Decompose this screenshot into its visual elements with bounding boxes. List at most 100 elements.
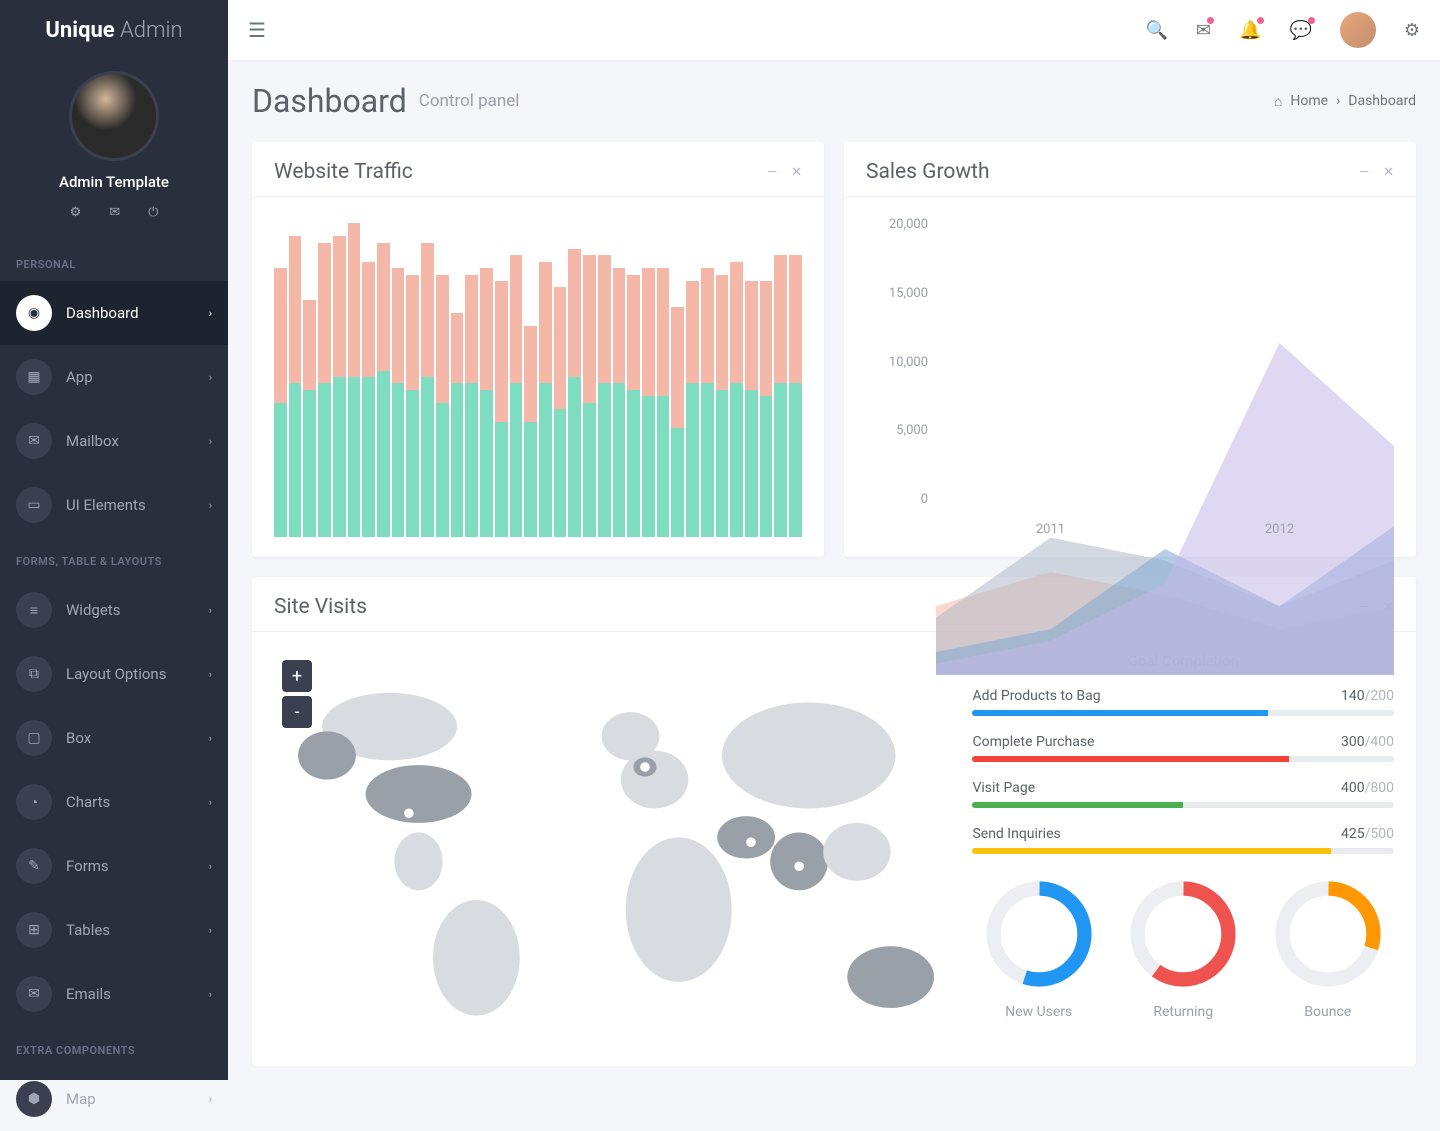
sidebar-item-forms[interactable]: ✎Forms› [0, 834, 228, 898]
goal-label: Send Inquiries [972, 826, 1060, 842]
close-icon[interactable]: ✕ [1383, 165, 1394, 180]
bar-column [436, 217, 449, 537]
x-tick: 2011 [1036, 522, 1065, 537]
chevron-right-icon: › [209, 371, 212, 384]
sidebar-item-box[interactable]: ▢Box› [0, 706, 228, 770]
power-icon[interactable]: ⏻ [148, 205, 158, 220]
sidebar-item-tables[interactable]: ⊞Tables› [0, 898, 228, 962]
sidebar-item-emails[interactable]: ✉Emails› [0, 962, 228, 1026]
copy-icon: ⧉ [16, 656, 52, 692]
bar-column [716, 217, 729, 537]
chevron-right-icon: › [209, 307, 212, 320]
donut-label: Returning [1117, 1004, 1250, 1020]
brand[interactable]: Unique Admin [0, 0, 228, 61]
card-title: Sales Growth [866, 160, 990, 184]
zoom-in-button[interactable]: + [282, 660, 312, 692]
gear-icon[interactable]: ⚙ [70, 205, 82, 220]
bar-column [421, 217, 434, 537]
mail-icon[interactable]: ✉ [1196, 20, 1211, 41]
y-tick: 20,000 [866, 217, 928, 232]
bar-column [333, 217, 346, 537]
search-icon[interactable]: 🔍 [1146, 20, 1168, 41]
bar-column [760, 217, 773, 537]
sidebar-item-label: Mailbox [66, 432, 119, 450]
content: Website Traffic — ✕ Sales Growth — ✕ [228, 142, 1440, 1066]
bar-column [362, 217, 375, 537]
bar-column [392, 217, 405, 537]
mail-icon: ✉ [16, 423, 52, 459]
topbar: ☰ 🔍 ✉ 🔔 💬 ⚙ [228, 0, 1440, 60]
y-tick: 5,000 [866, 423, 928, 438]
bar-column [598, 217, 611, 537]
bar-column [348, 217, 361, 537]
chevron-right-icon: › [209, 435, 212, 448]
bar-column [671, 217, 684, 537]
bar-column [539, 217, 552, 537]
chevron-right-icon: › [209, 988, 212, 1001]
hamburger-icon[interactable]: ☰ [248, 18, 266, 42]
sidebar-item-app[interactable]: ▦App› [0, 345, 228, 409]
goal-item: Send Inquiries425/500 [972, 826, 1394, 854]
goal-value: 400/800 [1341, 780, 1394, 796]
avatar[interactable] [69, 71, 159, 161]
bar-column [495, 217, 508, 537]
sidebar-item-ui-elements[interactable]: ▭UI Elements› [0, 473, 228, 537]
breadcrumb-current: Dashboard [1348, 93, 1416, 109]
sidebar-item-mailbox[interactable]: ✉ Mailbox › [0, 409, 228, 473]
goal-item: Add Products to Bag140/200 [972, 688, 1394, 716]
bar-column [318, 217, 331, 537]
bar-column [730, 217, 743, 537]
user-avatar[interactable] [1340, 12, 1376, 48]
sales-growth-card: Sales Growth — ✕ 20,00015,00010,0005,000… [844, 142, 1416, 557]
section-label: FORMS, TABLE & LAYOUTS [0, 537, 228, 578]
zoom-out-button[interactable]: - [282, 696, 312, 728]
sidebar-item-widgets[interactable]: ≡Widgets› [0, 578, 228, 642]
goal-value: 140/200 [1341, 688, 1394, 704]
edit-icon: ✎ [16, 848, 52, 884]
donut-label: Bounce [1262, 1004, 1395, 1020]
chat-icon[interactable]: 💬 [1289, 20, 1311, 41]
laptop-icon: ▭ [16, 487, 52, 523]
bar-column [480, 217, 493, 537]
y-tick: 0 [866, 492, 928, 507]
goals-panel: Goal Completion Add Products to Bag140/2… [972, 652, 1394, 1046]
world-map[interactable]: + - [274, 652, 948, 1046]
sidebar-item-label: Dashboard [66, 304, 139, 322]
breadcrumb-home[interactable]: Home [1290, 93, 1328, 109]
bar-chart [274, 217, 802, 537]
sidebar-item-dashboard[interactable]: ◉Dashboard› [0, 281, 228, 345]
bell-icon[interactable]: 🔔 [1239, 20, 1261, 41]
brand-bold: Unique [45, 18, 114, 43]
sidebar-item-layout-options[interactable]: ⧉Layout Options› [0, 642, 228, 706]
mail-icon[interactable]: ✉ [109, 205, 120, 220]
bar-column [451, 217, 464, 537]
minimize-icon[interactable]: — [1359, 165, 1369, 180]
bar-column [510, 217, 523, 537]
page-title: Dashboard [252, 82, 407, 120]
sidebar-item-map[interactable]: ⬢Map› [0, 1067, 228, 1131]
profile: Admin Template ⚙ ✉ ⏻ [0, 61, 228, 240]
sidebar-item-label: UI Elements [66, 496, 146, 514]
bars-icon: ≡ [16, 592, 52, 628]
chevron-right-icon: › [209, 732, 212, 745]
bar-column [657, 217, 670, 537]
chevron-right-icon: › [209, 860, 212, 873]
bar-column [686, 217, 699, 537]
map-icon: ⬢ [16, 1081, 52, 1117]
bar-column [406, 217, 419, 537]
settings-icon[interactable]: ⚙ [1404, 20, 1420, 41]
donut-label: New Users [972, 1004, 1105, 1020]
y-tick: 10,000 [866, 355, 928, 370]
section-label: PERSONAL [0, 240, 228, 281]
sidebar-item-label: Widgets [66, 601, 120, 619]
chevron-right-icon: › [209, 796, 212, 809]
bar-column [554, 217, 567, 537]
minimize-icon[interactable]: — [767, 165, 777, 180]
bar-column [613, 217, 626, 537]
bar-column [627, 217, 640, 537]
profile-icons: ⚙ ✉ ⏻ [0, 205, 228, 220]
profile-name: Admin Template [0, 173, 228, 191]
sidebar-item-charts[interactable]: ◔Charts› [0, 770, 228, 834]
close-icon[interactable]: ✕ [791, 165, 802, 180]
donut: Bounce [1262, 874, 1395, 1020]
